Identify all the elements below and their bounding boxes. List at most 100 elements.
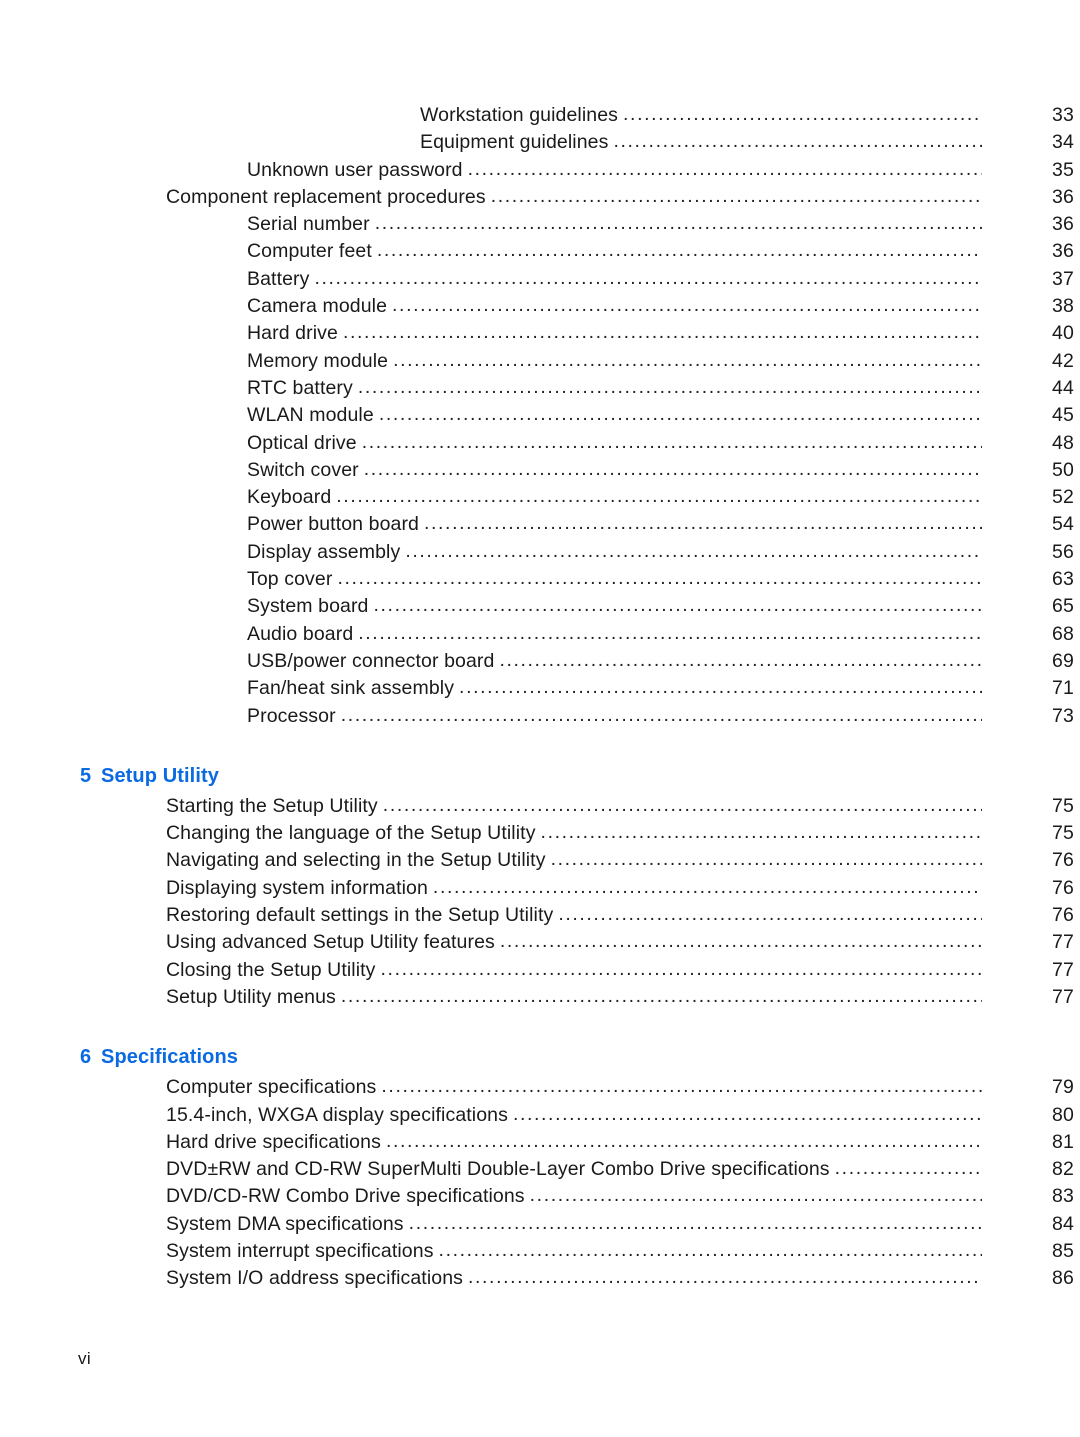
toc-entry-label: Serial number <box>247 213 370 236</box>
toc-entry-label: Camera module <box>247 295 388 318</box>
toc-entry-label: Equipment guidelines <box>420 131 609 154</box>
toc-entry[interactable]: System I/O address specifications.......… <box>0 1267 1080 1294</box>
toc-entry[interactable]: Processor...............................… <box>0 705 1080 732</box>
toc-entry[interactable]: Switch cover............................… <box>0 459 1080 486</box>
toc-entry-page-number: 75 <box>1052 794 1074 817</box>
toc-entry[interactable]: Optical drive...........................… <box>0 432 1080 459</box>
toc-dot-leader: ........................................… <box>623 105 982 125</box>
toc-dot-leader: ........................................… <box>499 932 982 952</box>
toc-entry[interactable]: System interrupt specifications.........… <box>0 1240 1080 1267</box>
chapter-heading-spacer <box>0 1069 1080 1076</box>
toc-entry-label: RTC battery <box>247 376 353 399</box>
toc-entry-label: Unknown user password <box>247 158 463 181</box>
toc-entry[interactable]: USB/power connector board...............… <box>0 650 1080 677</box>
toc-dot-leader: ........................................… <box>381 1077 982 1097</box>
toc-dot-leader: ........................................… <box>468 1268 982 1288</box>
toc-entry[interactable]: Displaying system information...........… <box>0 877 1080 904</box>
toc-entry-page-number: 34 <box>1052 131 1074 154</box>
toc-entry[interactable]: System DMA specifications...............… <box>0 1213 1080 1240</box>
toc-dot-leader: ........................................… <box>385 1131 982 1152</box>
toc-entry[interactable]: WLAN module.............................… <box>0 404 1080 431</box>
toc-entry-label: DVD/CD-RW Combo Drive specifications <box>166 1185 525 1208</box>
toc-entry[interactable]: DVD/CD-RW Combo Drive specifications....… <box>0 1185 1080 1212</box>
toc-dot-leader: ........................................… <box>512 1104 982 1124</box>
toc-entry[interactable]: Camera module...........................… <box>0 295 1080 322</box>
toc-entry-label: USB/power connector board <box>247 649 495 672</box>
toc-dot-leader: ........................................… <box>373 596 982 616</box>
toc-entry-label: Workstation guidelines <box>420 104 619 126</box>
toc-dot-leader: ........................................… <box>336 487 982 507</box>
toc-entry-label: Computer specifications <box>166 1076 377 1099</box>
toc-entry-page-number: 42 <box>1052 349 1074 372</box>
toc-entry-label: System interrupt specifications <box>166 1239 434 1262</box>
toc-entry[interactable]: Setup Utility menus.....................… <box>0 986 1080 1013</box>
toc-entry[interactable]: Hard drive..............................… <box>0 322 1080 349</box>
toc-entry[interactable]: Battery.................................… <box>0 268 1080 295</box>
toc-dot-leader: ........................................… <box>380 959 982 980</box>
toc-entry[interactable]: Computer feet...........................… <box>0 240 1080 267</box>
toc-entry[interactable]: Hard drive specifications...............… <box>0 1131 1080 1158</box>
page-number-footer: vi <box>78 1349 92 1368</box>
toc-entry-label: Component replacement procedures <box>166 185 486 208</box>
toc-entry[interactable]: Unknown user password...................… <box>0 159 1080 186</box>
toc-entry-label: System DMA specifications <box>166 1212 404 1235</box>
toc-entry-page-number: 50 <box>1052 458 1074 481</box>
toc-entry-label: Hard drive <box>247 322 338 345</box>
toc-dot-leader: ........................................… <box>361 432 982 453</box>
toc-entry-page-number: 40 <box>1052 322 1074 345</box>
toc-entry[interactable]: Serial number...........................… <box>0 213 1080 240</box>
toc-entry-page-number: 36 <box>1052 185 1074 208</box>
chapter-heading-spacer <box>0 788 1080 795</box>
toc-entry[interactable]: System board............................… <box>0 595 1080 622</box>
toc-entry[interactable]: Closing the Setup Utility...............… <box>0 959 1080 986</box>
toc-entry[interactable]: Display assembly........................… <box>0 541 1080 568</box>
toc-entry-page-number: 83 <box>1052 1185 1074 1208</box>
toc-dot-leader: ........................................… <box>405 541 982 562</box>
toc-entry[interactable]: 15.4-inch, WXGA display specifications..… <box>0 1104 1080 1131</box>
toc-dot-leader: ........................................… <box>834 1159 982 1179</box>
toc-dot-leader: ........................................… <box>358 623 982 644</box>
toc-entry[interactable]: Equipment guidelines....................… <box>0 131 1080 158</box>
toc-entry-page-number: 38 <box>1052 295 1074 318</box>
chapter-heading[interactable]: 5 Setup Utility <box>0 765 1080 788</box>
toc-entry-label: Processor <box>247 704 336 727</box>
toc-entry[interactable]: Audio board.............................… <box>0 623 1080 650</box>
toc-entry-page-number: 69 <box>1052 649 1074 672</box>
document-page: Workstation guidelines..................… <box>0 0 1080 1437</box>
toc-entry[interactable]: Workstation guidelines..................… <box>0 104 1080 131</box>
chapter-heading[interactable]: 6 Specifications <box>0 1046 1080 1069</box>
toc-entry-label: DVD±RW and CD-RW SuperMulti Double-Layer… <box>166 1158 830 1181</box>
toc-entry[interactable]: Navigating and selecting in the Setup Ut… <box>0 849 1080 876</box>
toc-entry[interactable]: Restoring default settings in the Setup … <box>0 904 1080 931</box>
toc-entry[interactable]: Component replacement procedures........… <box>0 186 1080 213</box>
toc-entry[interactable]: Top cover...............................… <box>0 568 1080 595</box>
toc-entry[interactable]: Computer specifications.................… <box>0 1076 1080 1103</box>
toc-entry-page-number: 52 <box>1052 486 1074 509</box>
toc-entry[interactable]: Keyboard................................… <box>0 486 1080 513</box>
toc-entry-page-number: 36 <box>1052 213 1074 236</box>
toc-entry-label: 15.4-inch, WXGA display specifications <box>166 1103 508 1126</box>
chapter-title: Setup Utility <box>101 764 219 787</box>
toc-entry[interactable]: DVD±RW and CD-RW SuperMulti Double-Layer… <box>0 1158 1080 1185</box>
toc-entry[interactable]: Starting the Setup Utility..............… <box>0 795 1080 822</box>
toc-entry[interactable]: Fan/heat sink assembly..................… <box>0 677 1080 704</box>
toc-entry-page-number: 84 <box>1052 1212 1074 1235</box>
toc-entry-page-number: 80 <box>1052 1103 1074 1126</box>
toc-entry-label: Memory module <box>247 349 389 372</box>
toc-dot-leader: ........................................… <box>529 1186 982 1206</box>
toc-entry-page-number: 65 <box>1052 595 1074 618</box>
toc-entry-label: WLAN module <box>247 404 374 427</box>
toc-dot-leader: ........................................… <box>408 1213 982 1234</box>
toc-entry[interactable]: RTC battery.............................… <box>0 377 1080 404</box>
toc-entry[interactable]: Changing the language of the Setup Utili… <box>0 822 1080 849</box>
toc-dot-leader: ........................................… <box>342 323 982 343</box>
toc-entry-label: Starting the Setup Utility <box>166 794 378 817</box>
toc-entry[interactable]: Using advanced Setup Utility features...… <box>0 931 1080 958</box>
toc-entry-page-number: 86 <box>1052 1267 1074 1290</box>
toc-entry[interactable]: Power button board......................… <box>0 513 1080 540</box>
toc-entry-page-number: 68 <box>1052 622 1074 645</box>
toc-entry-page-number: 75 <box>1052 822 1074 845</box>
toc-entry[interactable]: Memory module...........................… <box>0 350 1080 377</box>
